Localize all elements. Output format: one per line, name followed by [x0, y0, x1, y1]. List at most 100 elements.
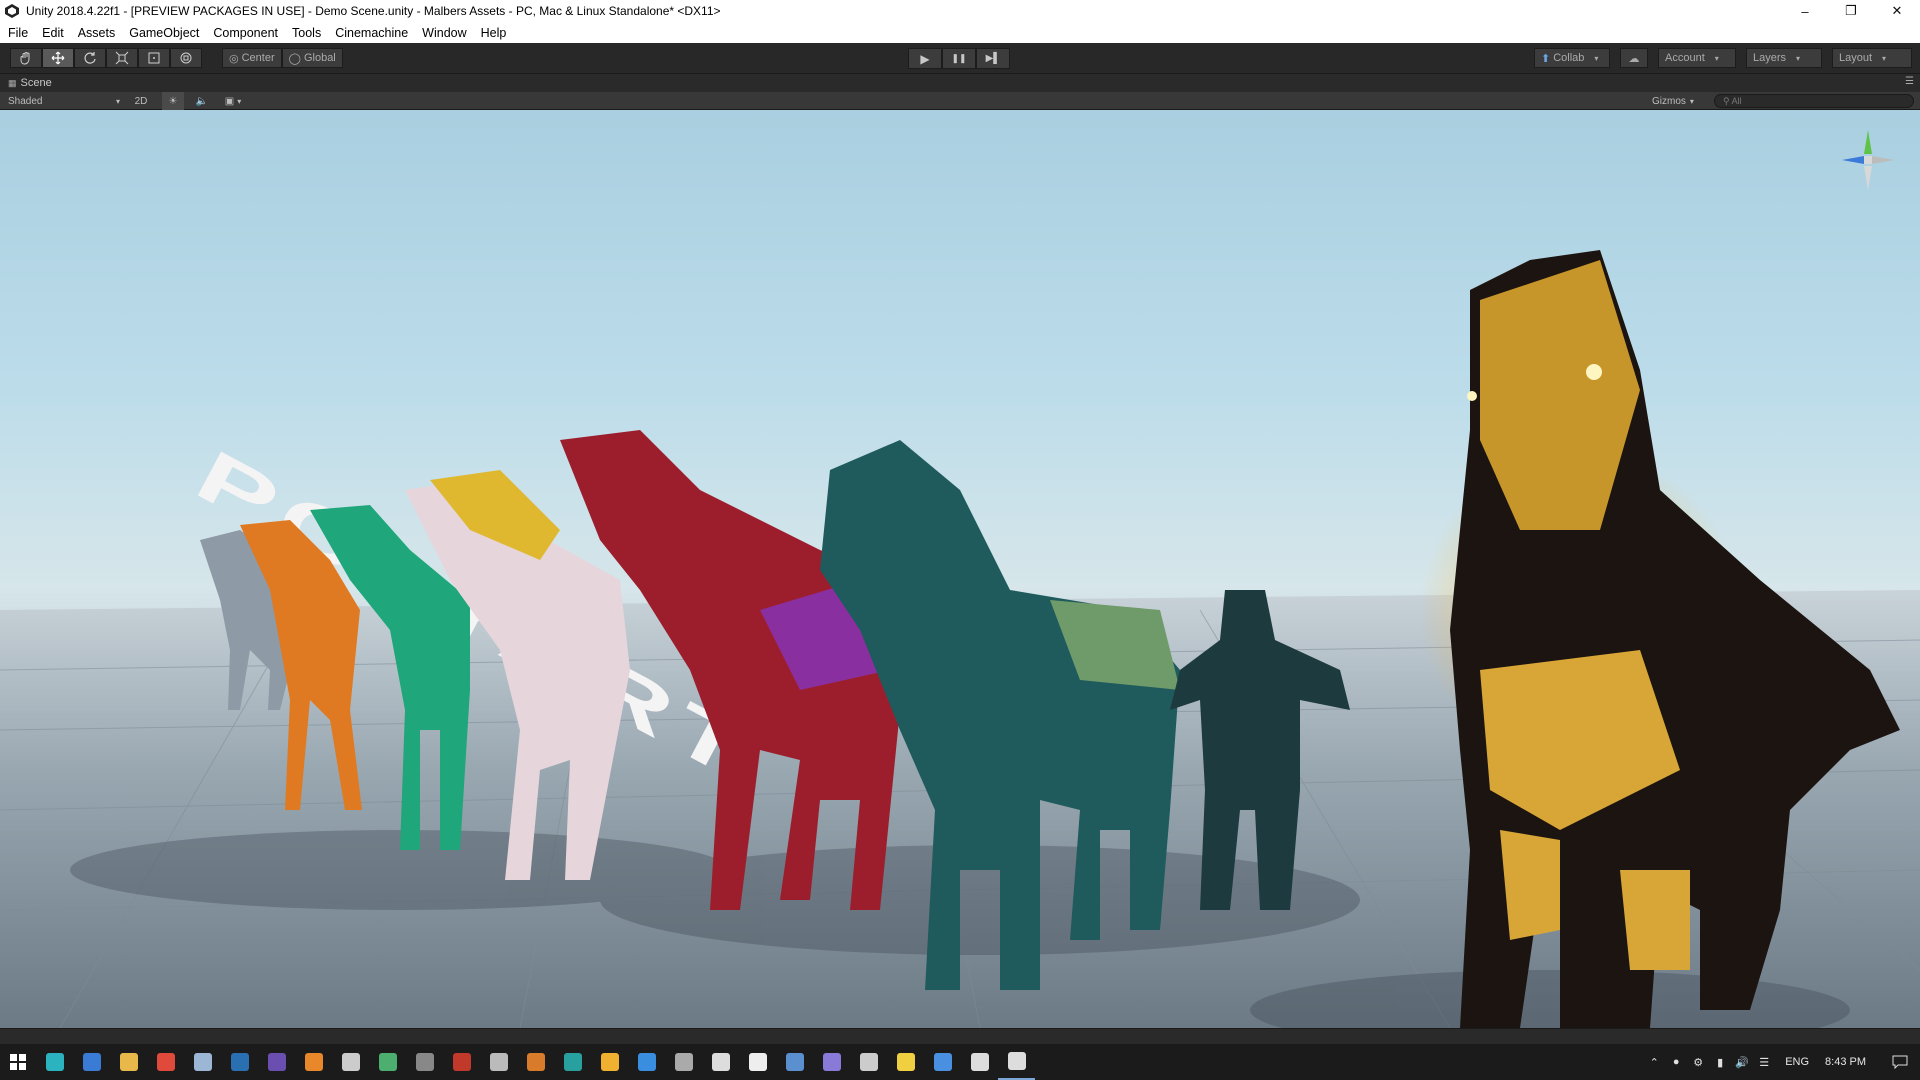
taskbar-app-x-app[interactable]: [739, 1044, 776, 1080]
collab-dropdown[interactable]: ⬆ Collab ▾: [1534, 48, 1610, 68]
cloud-services-button[interactable]: ☁: [1620, 48, 1648, 68]
pivot-toggles: ◎ Center ◯ Global: [222, 48, 343, 68]
account-label: Account: [1665, 52, 1705, 64]
save-disk-icon: [82, 1053, 101, 1071]
taskbar-app-save-disk-2[interactable]: [924, 1044, 961, 1080]
system-tray: ⌃ ● ⚙ ▮ 🔊 ☰ ENG 8:43 PM: [1643, 1044, 1920, 1080]
step-button[interactable]: ▶▌: [976, 48, 1010, 69]
scene-effects-dropdown[interactable]: ▣ ▾: [218, 92, 248, 110]
mode-2d-toggle[interactable]: 2D: [130, 92, 152, 110]
taskbar-app-save-disk[interactable]: [73, 1044, 110, 1080]
taskbar-app-app-doc[interactable]: [961, 1044, 998, 1080]
menu-component[interactable]: Component: [213, 26, 278, 40]
taskbar-app-downloads[interactable]: [776, 1044, 813, 1080]
pivot-rotation-label: Global: [303, 52, 336, 64]
scene-orientation-gizmo[interactable]: [1828, 120, 1908, 200]
close-button[interactable]: ✕: [1874, 0, 1920, 22]
taskbar-app-calculator[interactable]: [480, 1044, 517, 1080]
taskbar-app-blender[interactable]: [295, 1044, 332, 1080]
taskbar-app-file-explorer[interactable]: [110, 1044, 147, 1080]
taskbar-app-chrome-alt[interactable]: [591, 1044, 628, 1080]
rect-tool-button[interactable]: [138, 48, 170, 68]
collab-arrow-icon: ⬆: [1541, 52, 1551, 65]
shading-mode-dropdown[interactable]: Shaded ▾: [8, 92, 120, 110]
network-icon[interactable]: ☰: [1753, 1044, 1775, 1080]
taskbar-app-epic-games[interactable]: [332, 1044, 369, 1080]
taskbar-app-store[interactable]: [36, 1044, 73, 1080]
taskbar-app-unity[interactable]: [998, 1044, 1035, 1080]
account-dropdown[interactable]: Account ▾: [1658, 48, 1736, 68]
menu-help[interactable]: Help: [481, 26, 507, 40]
start-button[interactable]: [0, 1044, 36, 1080]
chrome-icon: [156, 1053, 175, 1071]
app-orange-icon: [526, 1053, 545, 1071]
language-indicator[interactable]: ENG: [1785, 1056, 1809, 1068]
move-tool-button[interactable]: [42, 48, 74, 68]
scene-tab-header: ▦ Scene ☰: [0, 74, 1920, 92]
layout-dropdown[interactable]: Layout ▾: [1832, 48, 1912, 68]
rotate-tool-button[interactable]: [74, 48, 106, 68]
scene-search-input[interactable]: ⚲ All: [1714, 94, 1914, 108]
steam-tray-icon[interactable]: ⚙: [1687, 1044, 1709, 1080]
taskbar-app-github[interactable]: [665, 1044, 702, 1080]
scene-viewport[interactable]: POLYART: [0, 110, 1920, 1028]
notification-icon: [1892, 1055, 1908, 1069]
transform-tool-button[interactable]: [170, 48, 202, 68]
notifications-button[interactable]: [1880, 1044, 1920, 1080]
taskbar-app-app-blue[interactable]: [628, 1044, 665, 1080]
taskbar-app-app-teal[interactable]: [554, 1044, 591, 1080]
steam-icon: [193, 1053, 212, 1071]
taskbar-app-sticky-notes[interactable]: [887, 1044, 924, 1080]
chevron-down-icon: ▾: [237, 96, 242, 106]
app-green-icon: [378, 1053, 397, 1071]
menu-cinemachine[interactable]: Cinemachine: [335, 26, 408, 40]
volume-icon[interactable]: 🔊: [1731, 1044, 1753, 1080]
hand-tool-button[interactable]: [10, 48, 42, 68]
chevron-down-icon: ▾: [1714, 53, 1719, 63]
collab-label: Collab: [1553, 52, 1585, 64]
pivot-rotation-toggle[interactable]: ◯ Global: [281, 48, 343, 68]
maximize-button[interactable]: ❐: [1828, 0, 1874, 22]
menu-edit[interactable]: Edit: [42, 26, 64, 40]
taskbar-app-app-green[interactable]: [369, 1044, 406, 1080]
epic-games-icon: [341, 1053, 360, 1071]
taskbar-app-app-pen[interactable]: [702, 1044, 739, 1080]
chrome-tray-icon[interactable]: ●: [1665, 1044, 1687, 1080]
clock[interactable]: 8:43 PM: [1825, 1056, 1866, 1068]
menu-file[interactable]: File: [8, 26, 28, 40]
tab-menu-icon[interactable]: ☰: [1905, 76, 1914, 87]
layers-dropdown[interactable]: Layers ▾: [1746, 48, 1822, 68]
photoshop-icon: [230, 1053, 249, 1071]
taskbar-app-after-effects[interactable]: [258, 1044, 295, 1080]
taskbar-app-app-red[interactable]: [443, 1044, 480, 1080]
taskbar-app-terminal[interactable]: [406, 1044, 443, 1080]
pivot-mode-toggle[interactable]: ◎ Center: [222, 48, 282, 68]
taskbar-app-chrome[interactable]: [147, 1044, 184, 1080]
taskbar-app-photoshop[interactable]: [221, 1044, 258, 1080]
minimize-button[interactable]: –: [1782, 0, 1828, 22]
scene-lighting-toggle[interactable]: ☀: [162, 92, 184, 110]
play-button[interactable]: ▶: [908, 48, 942, 69]
taskbar-app-app-orange[interactable]: [517, 1044, 554, 1080]
scene-audio-toggle[interactable]: 🔈: [192, 92, 212, 110]
scene-tab[interactable]: Scene: [21, 77, 52, 89]
taskbar-app-app-mic[interactable]: [850, 1044, 887, 1080]
scale-tool-button[interactable]: [106, 48, 138, 68]
image-icon: ▣: [224, 95, 235, 107]
app-teal-icon: [563, 1053, 582, 1071]
menu-gameobject[interactable]: GameObject: [129, 26, 199, 40]
gizmos-label: Gizmos: [1652, 95, 1686, 107]
gizmos-dropdown[interactable]: Gizmos ▾: [1652, 92, 1702, 110]
menu-tools[interactable]: Tools: [292, 26, 321, 40]
tray-overflow-icon[interactable]: ⌃: [1643, 1044, 1665, 1080]
taskbar-app-steam[interactable]: [184, 1044, 221, 1080]
pause-button[interactable]: ❚❚: [942, 48, 976, 69]
taskbar-app-app-circle[interactable]: [813, 1044, 850, 1080]
terminal-icon: [415, 1053, 434, 1071]
file-explorer-icon: [119, 1053, 138, 1071]
menu-assets[interactable]: Assets: [78, 26, 116, 40]
menu-window[interactable]: Window: [422, 26, 466, 40]
speaker-icon: 🔈: [195, 95, 209, 107]
main-toolbar: ◎ Center ◯ Global ▶ ❚❚ ▶▌ ⬆ Collab ▾ ☁ A…: [0, 43, 1920, 74]
battery-icon[interactable]: ▮: [1709, 1044, 1731, 1080]
